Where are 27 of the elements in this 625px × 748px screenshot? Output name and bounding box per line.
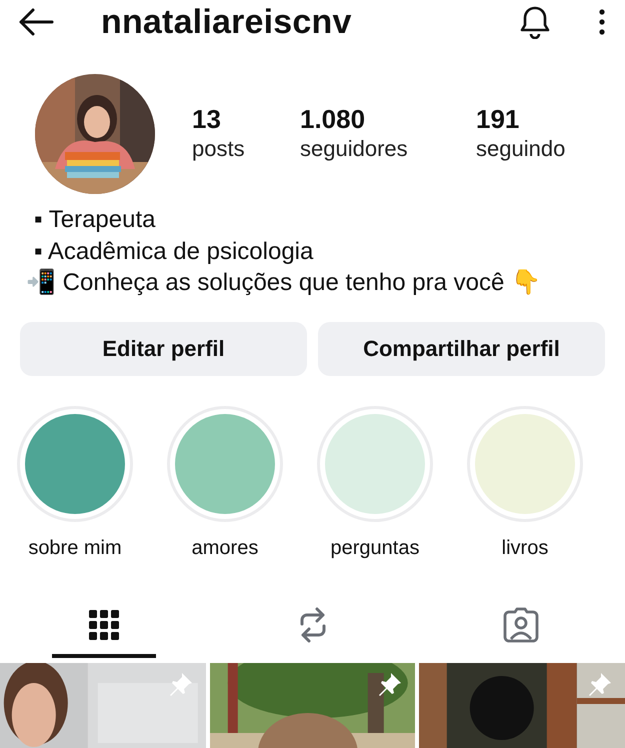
bio-line: ▪ Terapeuta (33, 205, 156, 235)
stat-count: 13 (192, 104, 222, 134)
highlight-circle[interactable] (17, 406, 133, 522)
highlight-dot[interactable] (475, 414, 575, 514)
stat-label: seguindo (476, 135, 566, 163)
highlight-dot[interactable] (25, 414, 125, 514)
more-options-icon[interactable] (599, 9, 605, 35)
back-arrow-icon[interactable] (18, 8, 54, 36)
bio-line: ▪ Acadêmica de psicologia (33, 236, 314, 266)
highlight-label[interactable]: perguntas (317, 536, 433, 560)
grid-icon (89, 610, 119, 640)
stat-count: 191 (476, 104, 520, 134)
profile-button[interactable]: Editar perfil (20, 322, 307, 376)
bell-icon[interactable] (519, 5, 551, 39)
tagged-person-icon (503, 606, 539, 642)
repost-icon (298, 606, 328, 642)
stat-label: seguidores (300, 135, 409, 163)
highlight-label[interactable]: amores (167, 536, 283, 560)
highlight-label[interactable]: sobre mim (17, 536, 133, 560)
username: nnataliareiscnv (101, 2, 353, 42)
stat-label: posts (192, 135, 246, 163)
stat-count: 1.080 (300, 104, 366, 134)
highlight-dot[interactable] (325, 414, 425, 514)
highlight-label[interactable]: livros (467, 536, 583, 560)
highlight-dot[interactable] (175, 414, 275, 514)
profile-button[interactable]: Compartilhar perfil (318, 322, 605, 376)
bio-line: 📲 Conheça as soluções que tenho pra você 👇 (26, 268, 542, 298)
